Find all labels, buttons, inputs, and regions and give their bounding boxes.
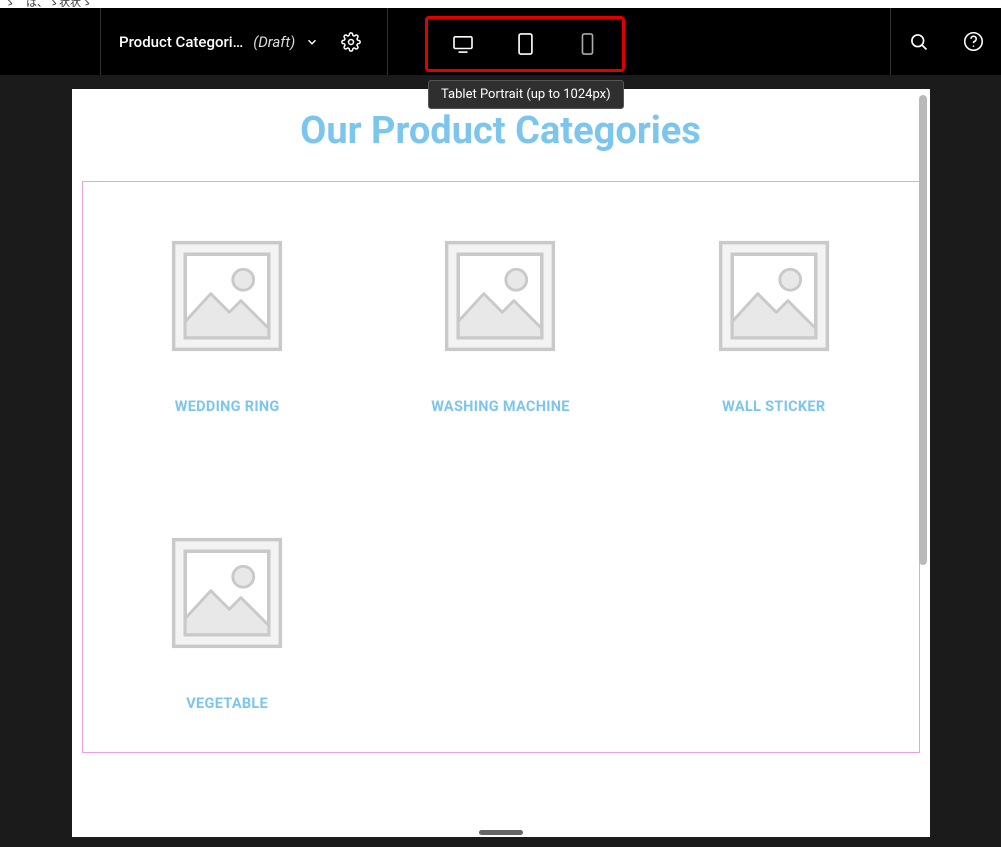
category-label: WEDDING RING — [175, 398, 280, 415]
help-icon — [963, 31, 984, 52]
mobile-icon — [581, 33, 594, 55]
device-tablet-button[interactable] — [494, 22, 556, 66]
preview-canvas[interactable]: Our Product Categories WEDDING RING WASH… — [72, 89, 930, 837]
page-info[interactable]: Product Categori… (Draft) — [101, 8, 388, 75]
device-desktop-button[interactable] — [432, 22, 494, 66]
placeholder-image-icon — [716, 238, 832, 354]
categories-grid: WEDDING RING WASHING MACHINE WALL STICKE… — [131, 238, 871, 712]
page-title: Product Categori… — [119, 33, 243, 51]
tablet-icon — [517, 33, 534, 55]
canvas-scrollbar[interactable] — [919, 95, 927, 565]
category-item[interactable]: WALL STICKER — [677, 238, 870, 415]
category-item[interactable]: VEGETABLE — [131, 535, 324, 712]
categories-container: WEDDING RING WASHING MACHINE WALL STICKE… — [82, 181, 920, 753]
category-item[interactable]: WEDDING RING — [131, 238, 324, 415]
chevron-down-icon[interactable] — [305, 35, 319, 49]
device-mobile-button[interactable] — [556, 22, 618, 66]
search-icon — [909, 32, 929, 52]
category-label: WALL STICKER — [722, 398, 825, 415]
responsive-device-group — [425, 16, 625, 72]
desktop-icon — [452, 35, 474, 53]
placeholder-image-icon — [169, 238, 285, 354]
placeholder-image-icon — [169, 535, 285, 651]
topbar-right — [890, 8, 1001, 75]
editor-topbar: Product Categori… (Draft) — [0, 8, 1001, 75]
placeholder-image-icon — [442, 238, 558, 354]
gear-icon — [341, 32, 361, 52]
bottom-resize-handle[interactable] — [479, 830, 523, 835]
category-label: WASHING MACHINE — [431, 398, 570, 415]
category-label: VEGETABLE — [186, 695, 268, 712]
category-item[interactable]: WASHING MACHINE — [404, 238, 597, 415]
window-chrome-strip — [0, 0, 1001, 8]
search-button[interactable] — [891, 8, 946, 75]
page-status: (Draft) — [253, 33, 295, 51]
topbar-left-slot — [0, 8, 101, 75]
help-button[interactable] — [946, 8, 1001, 75]
canvas-wrap: Our Product Categories WEDDING RING WASH… — [0, 75, 1001, 847]
device-tooltip: Tablet Portrait (up to 1024px) — [428, 80, 624, 109]
settings-button[interactable] — [333, 32, 369, 52]
